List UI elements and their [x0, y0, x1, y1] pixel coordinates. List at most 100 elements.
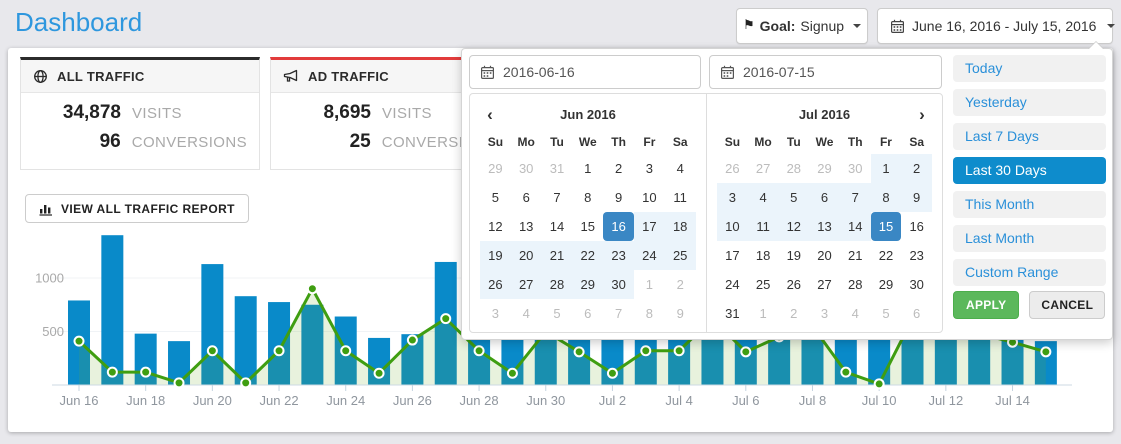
conversions-marker[interactable]: [375, 369, 384, 378]
visits-bar[interactable]: [101, 235, 123, 385]
calendar-day[interactable]: 29: [809, 154, 840, 183]
calendar-day[interactable]: 14: [840, 212, 871, 241]
preset-last-7-days[interactable]: Last 7 Days: [953, 123, 1106, 150]
calendar-day[interactable]: 27: [809, 270, 840, 299]
apply-button[interactable]: APPLY: [953, 291, 1019, 319]
calendar-day[interactable]: 29: [871, 270, 902, 299]
calendar-day[interactable]: 24: [717, 270, 748, 299]
calendar-day[interactable]: 19: [480, 241, 511, 270]
calendar-day[interactable]: 10: [634, 183, 665, 212]
calendar-day[interactable]: 22: [871, 241, 902, 270]
cancel-button[interactable]: CANCEL: [1029, 291, 1105, 319]
calendar-day[interactable]: 4: [665, 154, 696, 183]
calendar-day[interactable]: 11: [665, 183, 696, 212]
calendar-day[interactable]: 12: [480, 212, 511, 241]
calendar-day[interactable]: 1: [871, 154, 902, 183]
preset-custom-range[interactable]: Custom Range: [953, 259, 1106, 286]
calendar-day[interactable]: 25: [665, 241, 696, 270]
conversions-marker[interactable]: [441, 314, 450, 323]
calendar-day[interactable]: 2: [603, 154, 634, 183]
calendar-day[interactable]: 28: [542, 270, 573, 299]
conversions-marker[interactable]: [575, 347, 584, 356]
calendar-day[interactable]: 4: [511, 299, 542, 328]
calendar-day[interactable]: 5: [871, 299, 902, 328]
calendar-day[interactable]: 3: [809, 299, 840, 328]
calendar-day-selected[interactable]: 15: [871, 212, 902, 241]
calendar-day[interactable]: 31: [717, 299, 748, 328]
conversions-marker[interactable]: [675, 346, 684, 355]
conversions-marker[interactable]: [608, 369, 617, 378]
calendar-day[interactable]: 22: [572, 241, 603, 270]
calendar-day[interactable]: 26: [717, 154, 748, 183]
calendar-day[interactable]: 11: [748, 212, 779, 241]
calendar-day[interactable]: 2: [778, 299, 809, 328]
conversions-marker[interactable]: [875, 379, 884, 388]
calendar-day[interactable]: 3: [717, 183, 748, 212]
calendar-day[interactable]: 24: [634, 241, 665, 270]
conversions-marker[interactable]: [1041, 347, 1050, 356]
calendar-day[interactable]: 8: [634, 299, 665, 328]
preset-last-month[interactable]: Last Month: [953, 225, 1106, 252]
conversions-marker[interactable]: [475, 346, 484, 355]
calendar-day[interactable]: 9: [603, 183, 634, 212]
calendar-day[interactable]: 7: [840, 183, 871, 212]
preset-today[interactable]: Today: [953, 55, 1106, 82]
calendar-day[interactable]: 4: [840, 299, 871, 328]
calendar-day[interactable]: 7: [542, 183, 573, 212]
calendar-day[interactable]: 27: [511, 270, 542, 299]
calendar-day[interactable]: 17: [717, 241, 748, 270]
calendar-day[interactable]: 7: [603, 299, 634, 328]
calendar-day[interactable]: 2: [665, 270, 696, 299]
calendar-day[interactable]: 26: [480, 270, 511, 299]
calendar-day[interactable]: 18: [665, 212, 696, 241]
date-range-button[interactable]: June 16, 2016 - July 15, 2016: [877, 8, 1113, 44]
preset-yesterday[interactable]: Yesterday: [953, 89, 1106, 116]
calendar-day-selected[interactable]: 16: [603, 212, 634, 241]
conversions-marker[interactable]: [341, 346, 350, 355]
calendar-day[interactable]: 20: [809, 241, 840, 270]
calendar-day[interactable]: 15: [572, 212, 603, 241]
conversions-marker[interactable]: [241, 378, 250, 387]
preset-last-30-days[interactable]: Last 30 Days: [953, 157, 1106, 184]
conversions-marker[interactable]: [275, 346, 284, 355]
calendar-day[interactable]: 6: [511, 183, 542, 212]
conversions-marker[interactable]: [208, 346, 217, 355]
calendar-day[interactable]: 4: [748, 183, 779, 212]
calendar-day[interactable]: 5: [778, 183, 809, 212]
conversions-marker[interactable]: [108, 368, 117, 377]
calendar-day[interactable]: 2: [901, 154, 932, 183]
conversions-marker[interactable]: [141, 368, 150, 377]
calendar-day[interactable]: 30: [840, 154, 871, 183]
calendar-day[interactable]: 3: [634, 154, 665, 183]
calendar-day[interactable]: 5: [480, 183, 511, 212]
visits-bar[interactable]: [235, 296, 257, 385]
conversions-marker[interactable]: [408, 336, 417, 345]
calendar-day[interactable]: 3: [480, 299, 511, 328]
calendar-day[interactable]: 14: [542, 212, 573, 241]
conversions-marker[interactable]: [508, 369, 517, 378]
calendar-day[interactable]: 12: [778, 212, 809, 241]
calendar-day[interactable]: 10: [717, 212, 748, 241]
conversions-marker[interactable]: [741, 347, 750, 356]
end-date-input[interactable]: 2016-07-15: [709, 55, 942, 89]
calendar-day[interactable]: 8: [572, 183, 603, 212]
calendar-day[interactable]: 23: [603, 241, 634, 270]
calendar-day[interactable]: 13: [511, 212, 542, 241]
conversions-marker[interactable]: [175, 378, 184, 387]
calendar-day[interactable]: 13: [809, 212, 840, 241]
calendar-day[interactable]: 23: [901, 241, 932, 270]
calendar-day[interactable]: 6: [572, 299, 603, 328]
calendar-day[interactable]: 25: [748, 270, 779, 299]
calendar-day[interactable]: 19: [778, 241, 809, 270]
calendar-day[interactable]: 26: [778, 270, 809, 299]
calendar-day[interactable]: 9: [901, 183, 932, 212]
conversions-marker[interactable]: [308, 284, 317, 293]
calendar-day[interactable]: 20: [511, 241, 542, 270]
calendar-day[interactable]: 29: [480, 154, 511, 183]
calendar-day[interactable]: 21: [840, 241, 871, 270]
calendar-day[interactable]: 1: [634, 270, 665, 299]
calendar-day[interactable]: 31: [542, 154, 573, 183]
prev-month-icon[interactable]: ‹: [480, 102, 500, 128]
conversions-marker[interactable]: [641, 346, 650, 355]
calendar-day[interactable]: 29: [572, 270, 603, 299]
